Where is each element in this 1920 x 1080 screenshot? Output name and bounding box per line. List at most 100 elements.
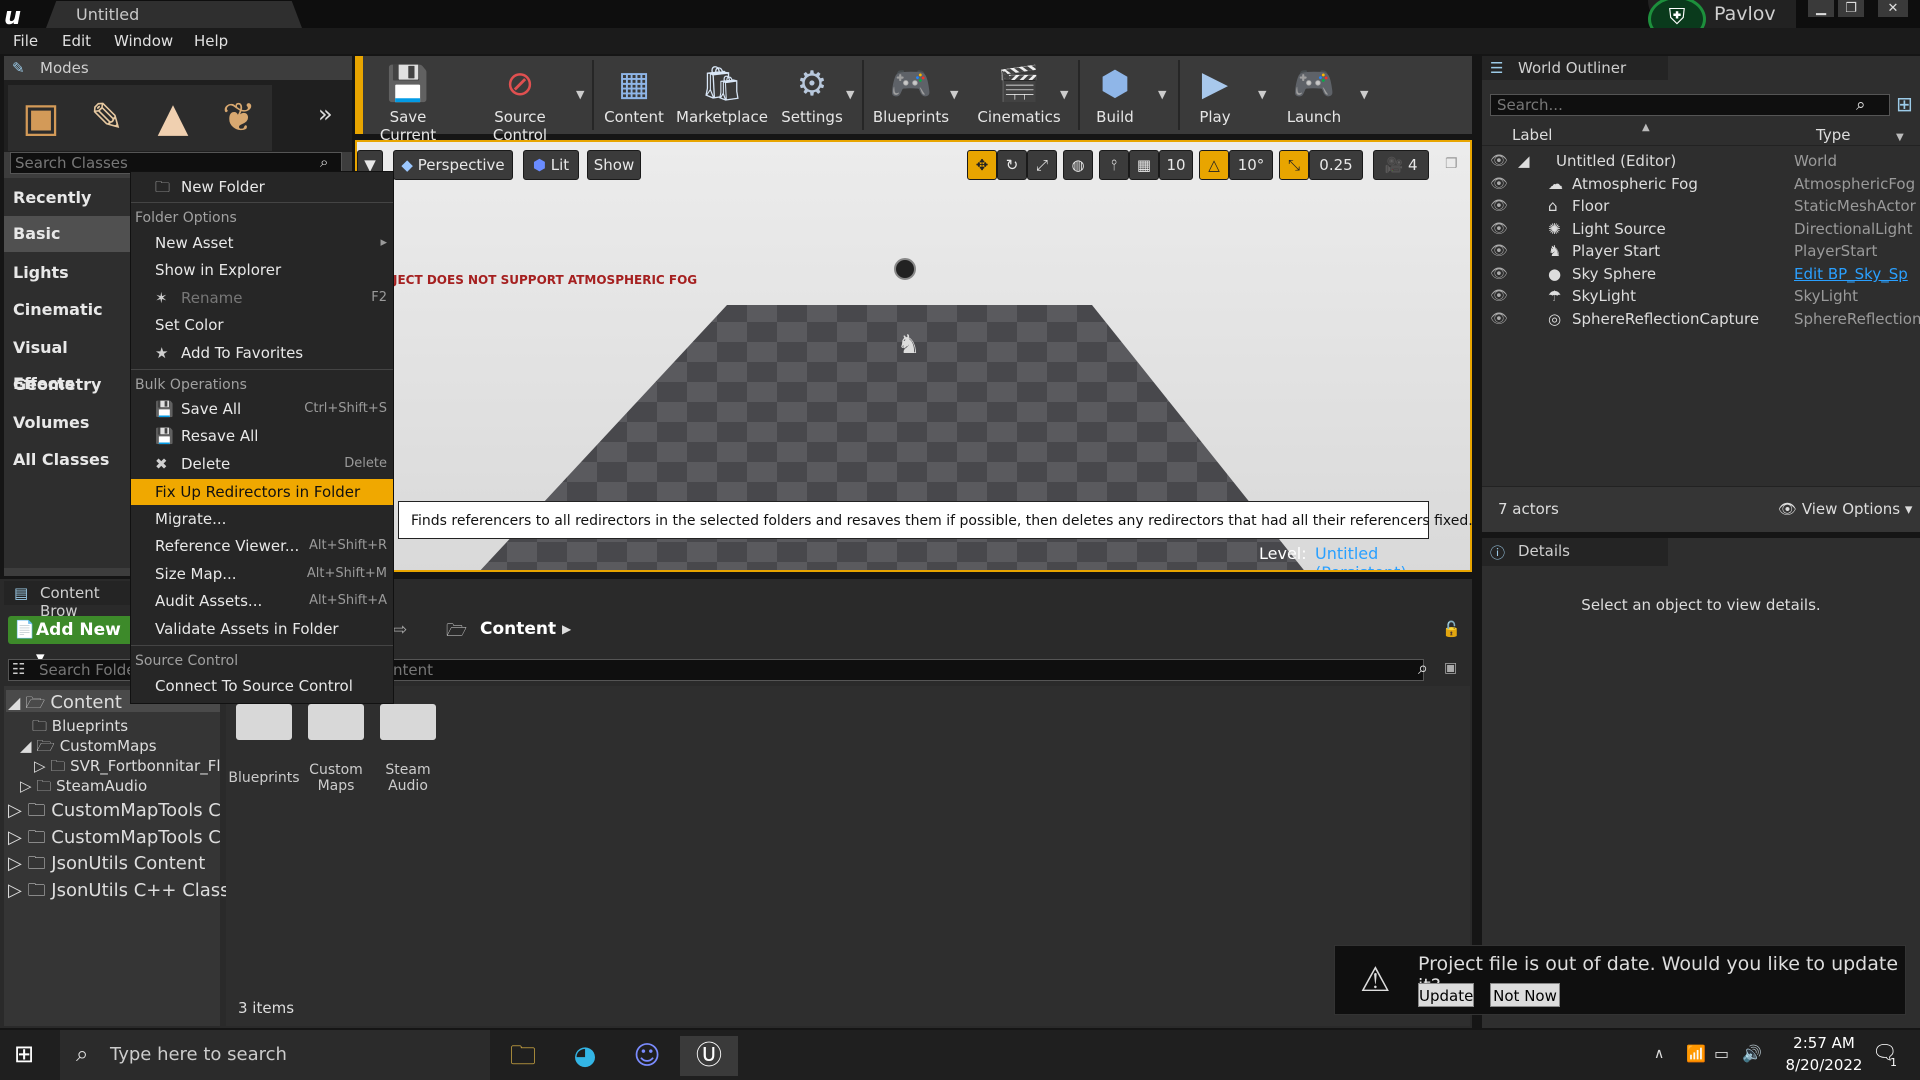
menu-save-all[interactable]: 💾 Save All Ctrl+Shift+S [131,396,393,422]
outliner-row[interactable]: 👁 ◢ Untitled (Editor) World [1482,150,1920,172]
outliner-row[interactable]: 👁 ● Sky Sphere Edit BP_Sky_Sp [1482,263,1920,285]
folder-filter-icon[interactable]: ☷ [12,660,25,678]
world-space-icon[interactable]: ◍ [1063,150,1093,180]
source-control-dropdown-icon[interactable]: ▼ [576,88,584,101]
outliner-row[interactable]: 👁 ♞ Player Start PlayerStart [1482,240,1920,262]
tree-item-custommaptools-content[interactable]: ▷ 🗀 CustomMapTools C [8,798,221,828]
col-label-header[interactable]: Label [1512,126,1552,144]
menu-add-to-favorites[interactable]: ★ Add To Favorites [131,340,393,366]
volume-icon[interactable]: 🔊 [1742,1044,1762,1063]
more-modes-icon[interactable]: » [318,100,333,128]
menu-window[interactable]: Window [114,32,173,50]
edit-blueprint-link[interactable]: Edit BP_Sky_Sp [1794,263,1908,285]
discord-icon[interactable]: ☺ [618,1036,676,1076]
menu-file[interactable]: File [13,32,38,50]
sky-sphere-icon[interactable] [894,258,916,280]
chevron-up-icon[interactable]: ∧ [1654,1046,1664,1062]
rotation-snap-value[interactable]: 10° [1229,150,1273,180]
grid-snap-value[interactable]: 10 [1159,150,1193,180]
col-type-dropdown-icon[interactable]: ▼ [1896,132,1904,143]
grid-snap-icon[interactable]: ▦ [1129,150,1159,180]
visibility-eye-icon[interactable]: 👁 [1490,150,1508,172]
battery-icon[interactable]: ▭ [1714,1044,1729,1063]
network-icon[interactable]: 📶 [1686,1044,1706,1063]
landscape-mode-icon[interactable]: ▲ [140,85,206,151]
col-type-header[interactable]: Type [1816,126,1850,144]
outliner-row[interactable]: 👁 ✺ Light Source DirectionalLight [1482,218,1920,240]
save-search-icon[interactable]: ▣ [1444,660,1457,676]
scale-snap-value[interactable]: 0.25 [1309,150,1363,180]
settings-dropdown-icon[interactable]: ▼ [846,88,854,101]
edge-browser-icon[interactable]: ◕ [556,1036,614,1076]
menu-reference-viewer[interactable]: Reference Viewer... Alt+Shift+R [131,533,393,559]
clock-date[interactable]: 8/20/2022 [1776,1056,1872,1074]
show-button[interactable]: Show [587,150,641,180]
lit-button[interactable]: ⬢ Lit [523,150,579,180]
place-mode-icon[interactable]: ▣ [8,85,74,151]
menu-fix-up-redirectors[interactable]: Fix Up Redirectors in Folder [131,479,393,505]
rotate-tool-icon[interactable]: ↻ [997,150,1027,180]
view-options-button[interactable]: 👁 View Options ▾ [1778,500,1912,518]
save-current-button[interactable]: 💾 Save Current [362,58,454,144]
menu-validate-assets[interactable]: Validate Assets in Folder [131,616,393,642]
content-browser-tab[interactable]: ▤ Content Brow [4,581,132,620]
menu-help[interactable]: Help [194,32,228,50]
visibility-eye-icon[interactable]: 👁 [1490,240,1508,262]
search-assets-input[interactable]: ntent [390,659,1424,681]
menu-audit-assets[interactable]: Audit Assets... Alt+Shift+A [131,588,393,614]
outliner-row[interactable]: 👁 ☁ Atmospheric Fog AtmosphericFog [1482,173,1920,195]
scale-snap-icon[interactable]: ⤡ [1279,150,1309,180]
category-all-classes[interactable]: All Classes [4,442,134,478]
category-recently-placed[interactable]: Recently Placed [4,180,134,243]
category-lights[interactable]: Lights [4,255,134,291]
category-geometry[interactable]: Geometry [4,367,134,403]
menu-edit[interactable]: Edit [62,32,91,50]
blueprints-button[interactable]: 🎮 Blueprints [870,58,952,132]
minimize-button[interactable]: ▁ [1808,0,1834,17]
blueprints-dropdown-icon[interactable]: ▼ [950,88,958,101]
content-button[interactable]: ▦ Content [600,58,668,132]
outliner-row[interactable]: 👁 ⌂ Floor StaticMeshActor [1482,195,1920,217]
play-dropdown-icon[interactable]: ▼ [1258,88,1266,101]
marketplace-button[interactable]: 🛍 Marketplace [674,58,770,132]
visibility-eye-icon[interactable]: 👁 [1490,308,1508,330]
cinematics-dropdown-icon[interactable]: ▼ [1060,88,1068,101]
rotation-snap-icon[interactable]: △ [1199,150,1229,180]
play-button[interactable]: ▶ Play [1186,58,1244,132]
document-tab[interactable]: Untitled [46,1,302,28]
category-basic[interactable]: Basic [4,216,134,252]
close-button[interactable]: ✕ [1878,0,1908,17]
folder-tile-steam-audio[interactable] [380,704,436,740]
menu-new-asset[interactable]: New Asset ▸ [131,230,393,256]
build-dropdown-icon[interactable]: ▼ [1158,88,1166,101]
cinematics-button[interactable]: 🎬 Cinematics [972,58,1066,132]
menu-new-folder[interactable]: 🗀 New Folder [131,174,393,200]
visibility-eye-icon[interactable]: 👁 [1490,263,1508,285]
windows-start-icon[interactable]: ⊞ [14,1040,34,1068]
outliner-row[interactable]: 👁 ◎ SphereReflectionCapture SphereReflectio… [1482,308,1920,330]
player-start-icon[interactable]: ♞ [897,330,920,360]
translate-tool-icon[interactable]: ✥ [967,150,997,180]
unreal-editor-icon[interactable]: Ⓤ [680,1036,738,1076]
world-outliner-tab[interactable]: ☰ World Outliner [1482,56,1668,80]
visibility-eye-icon[interactable]: 👁 [1490,218,1508,240]
outliner-search-input[interactable]: Search... [1490,94,1890,116]
menu-delete[interactable]: ✖ Delete Delete [131,451,393,477]
foliage-mode-icon[interactable]: ❦ [206,85,272,151]
restore-button[interactable]: ❐ [1838,0,1864,17]
file-explorer-icon[interactable]: 🗀 [494,1036,552,1076]
menu-migrate[interactable]: Migrate... [131,506,393,532]
forward-icon[interactable]: ⇨ [393,620,407,640]
surface-snap-icon[interactable]: ⫯ [1099,150,1129,180]
add-actor-icon[interactable]: ⊞ [1896,92,1913,116]
category-visual-effects[interactable]: Visual Effects [4,330,134,393]
menu-size-map[interactable]: Size Map... Alt+Shift+M [131,561,393,587]
folder-tile-blueprints[interactable] [236,704,292,740]
perspective-button[interactable]: ◆ Perspective [393,150,513,180]
lock-icon[interactable]: 🔓 [1442,620,1461,638]
tree-item-jsonutils-classes[interactable]: ▷ 🗀 JsonUtils C++ Class [8,878,230,908]
outliner-row[interactable]: 👁 ☂ SkyLight SkyLight [1482,285,1920,307]
camera-speed-button[interactable]: 🎥 4 [1373,150,1429,180]
not-now-button[interactable]: Not Now [1490,983,1560,1007]
visibility-eye-icon[interactable]: 👁 [1490,173,1508,195]
